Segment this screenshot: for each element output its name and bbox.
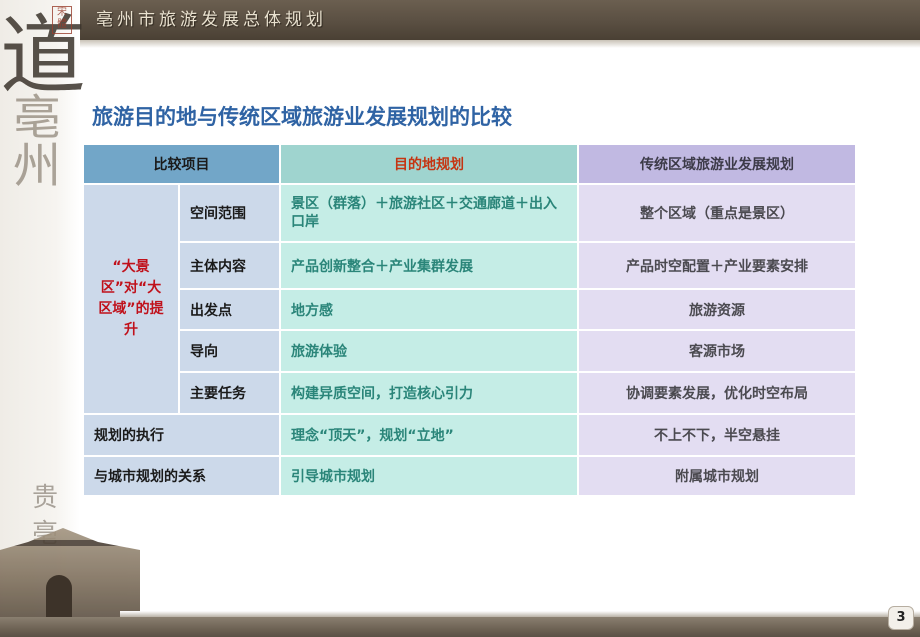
row-destination: 引导城市规划 <box>281 457 579 497</box>
row-destination: 构建异质空间，打造核心引力 <box>281 373 579 415</box>
table-header-row: 比较项目 目的地规划 传统区域旅游业发展规划 <box>84 145 857 185</box>
row-traditional: 旅游资源 <box>579 290 857 331</box>
row-item: 主要任务 <box>180 373 281 415</box>
header-item: 比较项目 <box>84 145 281 185</box>
row-item: 出发点 <box>180 290 281 331</box>
slide-heading: 旅游目的地与传统区域旅游业发展规划的比较 <box>92 105 512 129</box>
banner-shadow <box>60 40 920 48</box>
table-row: 规划的执行 理念“顶天”，规划“立地” 不上不下，半空悬挂 <box>84 415 857 457</box>
row-traditional: 整个区域（重点是景区） <box>579 185 857 243</box>
row-item: 规划的执行 <box>84 415 281 457</box>
row-traditional: 客源市场 <box>579 331 857 373</box>
row-destination: 理念“顶天”，规划“立地” <box>281 415 579 457</box>
comparison-table: 比较项目 目的地规划 传统区域旅游业发展规划 “大景区”对“大区域”的提升 空间… <box>84 145 857 497</box>
row-item: 导向 <box>180 331 281 373</box>
title-banner: 亳州市旅游发展总体规划 <box>0 0 920 40</box>
seal-stamp: 宋體 <box>52 6 72 34</box>
row-destination: 产品创新整合＋产业集群发展 <box>281 243 579 290</box>
row-traditional: 不上不下，半空悬挂 <box>579 415 857 457</box>
header-traditional: 传统区域旅游业发展规划 <box>579 145 857 185</box>
bottom-band <box>0 617 920 637</box>
group-label: “大景区”对“大区域”的提升 <box>84 185 180 415</box>
banner-title: 亳州市旅游发展总体规划 <box>96 10 327 30</box>
row-traditional: 产品时空配置＋产业要素安排 <box>579 243 857 290</box>
table-row: 主要任务 构建异质空间，打造核心引力 协调要素发展，优化时空布局 <box>84 373 857 415</box>
calligraphy-sub: 亳州 <box>4 92 60 188</box>
row-item: 与城市规划的关系 <box>84 457 281 497</box>
row-destination: 景区（群落）＋旅游社区＋交通廊道＋出入口岸 <box>281 185 579 243</box>
row-item: 主体内容 <box>180 243 281 290</box>
gate-door <box>46 575 72 620</box>
table-row: “大景区”对“大区域”的提升 空间范围 景区（群落）＋旅游社区＋交通廊道＋出入口… <box>84 185 857 415</box>
table-row: 导向 旅游体验 客源市场 <box>84 331 857 373</box>
row-destination: 地方感 <box>281 290 579 331</box>
table-row: 主体内容 产品创新整合＋产业集群发展 产品时空配置＋产业要素安排 <box>84 243 857 290</box>
row-destination: 旅游体验 <box>281 331 579 373</box>
table-row: 出发点 地方感 旅游资源 <box>84 290 857 331</box>
header-destination: 目的地规划 <box>281 145 579 185</box>
table-row: 与城市规划的关系 引导城市规划 附属城市规划 <box>84 457 857 497</box>
row-traditional: 附属城市规划 <box>579 457 857 497</box>
row-item: 空间范围 <box>180 185 281 243</box>
page-number: 3 <box>888 606 914 630</box>
row-traditional: 协调要素发展，优化时空布局 <box>579 373 857 415</box>
